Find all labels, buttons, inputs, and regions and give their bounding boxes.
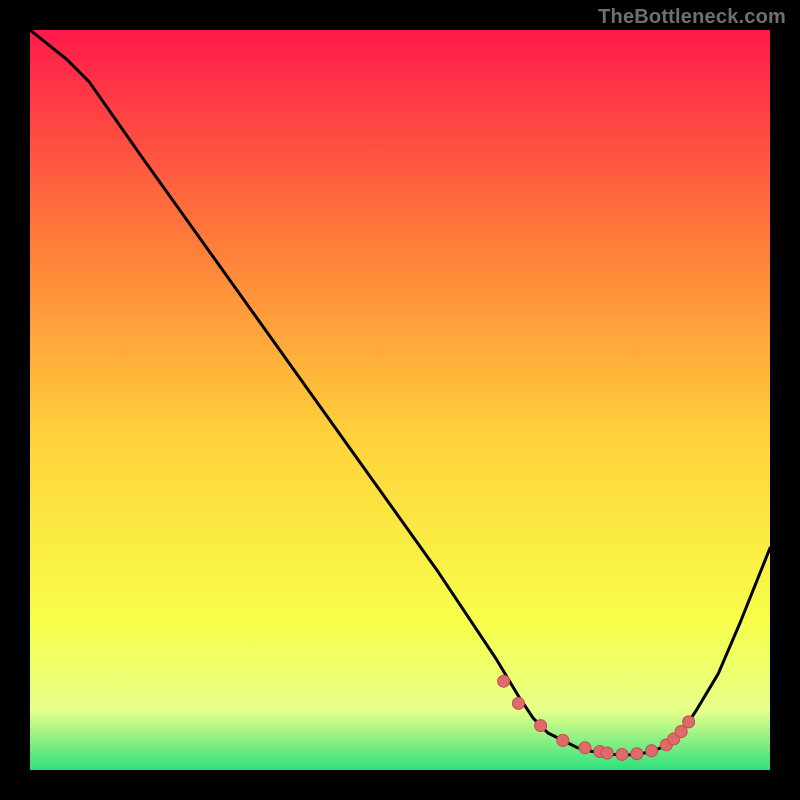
gradient-background [30,30,770,770]
marker-dot [512,697,524,709]
marker-dot [579,742,591,754]
marker-dot [631,748,643,760]
marker-dot [557,734,569,746]
marker-dot [683,716,695,728]
watermark-text: TheBottleneck.com [598,6,786,29]
marker-dot [616,748,628,760]
plot-area [30,30,770,770]
plot-svg [30,30,770,770]
marker-dot [535,720,547,732]
chart-stage: TheBottleneck.com [0,0,800,800]
marker-dot [601,747,613,759]
marker-dot [498,675,510,687]
marker-dot [646,745,658,757]
